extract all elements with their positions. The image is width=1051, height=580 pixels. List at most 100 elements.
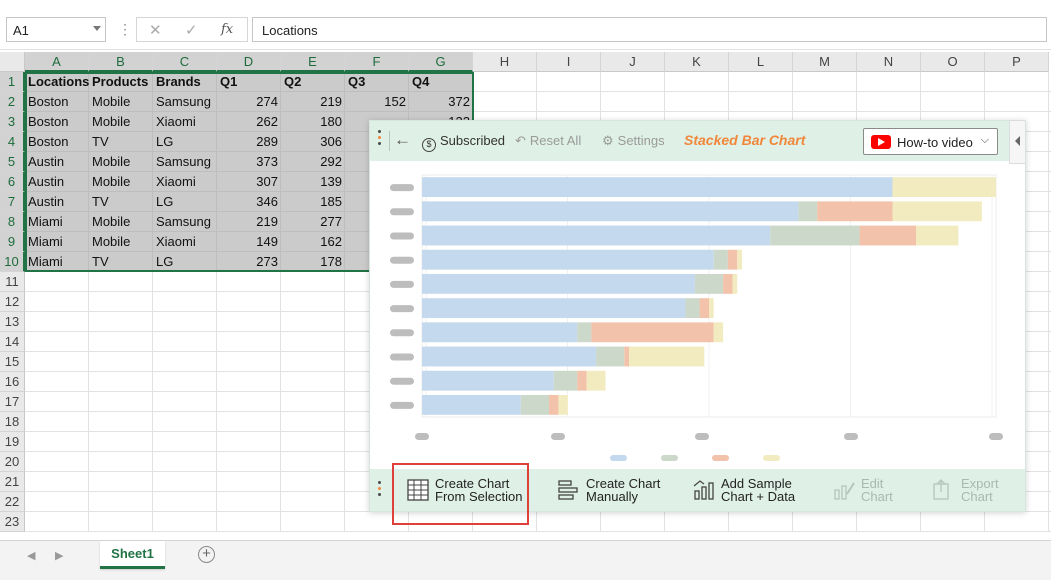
drag-handle-icon[interactable] bbox=[378, 481, 382, 499]
prev-sheet-icon[interactable]: ◀ bbox=[27, 549, 35, 562]
cell-c1[interactable]: Brands bbox=[153, 72, 217, 92]
back-arrow-icon[interactable]: ← bbox=[394, 130, 411, 150]
cell-a8[interactable]: Miami bbox=[25, 212, 89, 232]
add-sheet-icon[interactable]: + bbox=[198, 546, 215, 563]
cell-e2[interactable]: 219 bbox=[281, 92, 345, 112]
row-header-6[interactable]: 6 bbox=[0, 172, 25, 192]
cell-e7[interactable]: 185 bbox=[281, 192, 345, 212]
cell-c3[interactable]: Xiaomi bbox=[153, 112, 217, 132]
cell-e3[interactable]: 180 bbox=[281, 112, 345, 132]
cell-c8[interactable]: Samsung bbox=[153, 212, 217, 232]
row-header-9[interactable]: 9 bbox=[0, 232, 25, 252]
next-sheet-icon[interactable]: ▶ bbox=[55, 549, 63, 562]
cell-b10[interactable]: TV bbox=[89, 252, 153, 272]
column-header-g[interactable]: G bbox=[409, 52, 473, 72]
row-header-21[interactable]: 21 bbox=[0, 472, 25, 492]
row-header-2[interactable]: 2 bbox=[0, 92, 25, 112]
cell-b1[interactable]: Products bbox=[89, 72, 153, 92]
cell-d2[interactable]: 274 bbox=[217, 92, 281, 112]
reset-all-button[interactable]: ↶ Reset All bbox=[515, 133, 581, 149]
cell-b4[interactable]: TV bbox=[89, 132, 153, 152]
cell-e4[interactable]: 306 bbox=[281, 132, 345, 152]
cell-d10[interactable]: 273 bbox=[217, 252, 281, 272]
column-header-a[interactable]: A bbox=[25, 52, 89, 72]
cell-e10[interactable]: 178 bbox=[281, 252, 345, 272]
cell-g2[interactable]: 372 bbox=[409, 92, 473, 112]
cell-d9[interactable]: 149 bbox=[217, 232, 281, 252]
cell-c9[interactable]: Xiaomi bbox=[153, 232, 217, 252]
row-header-15[interactable]: 15 bbox=[0, 352, 25, 372]
column-header-d[interactable]: D bbox=[217, 52, 281, 72]
cell-b3[interactable]: Mobile bbox=[89, 112, 153, 132]
column-header-p[interactable]: P bbox=[985, 52, 1049, 72]
cell-d5[interactable]: 373 bbox=[217, 152, 281, 172]
cell-a6[interactable]: Austin bbox=[25, 172, 89, 192]
row-header-20[interactable]: 20 bbox=[0, 452, 25, 472]
cell-e8[interactable]: 277 bbox=[281, 212, 345, 232]
name-box[interactable]: A1 bbox=[6, 17, 106, 42]
cell-c6[interactable]: Xiaomi bbox=[153, 172, 217, 192]
cell-e6[interactable]: 139 bbox=[281, 172, 345, 192]
row-header-12[interactable]: 12 bbox=[0, 292, 25, 312]
cell-a4[interactable]: Boston bbox=[25, 132, 89, 152]
row-header-17[interactable]: 17 bbox=[0, 392, 25, 412]
row-header-3[interactable]: 3 bbox=[0, 112, 25, 132]
cell-a9[interactable]: Miami bbox=[25, 232, 89, 252]
cell-b8[interactable]: Mobile bbox=[89, 212, 153, 232]
cell-c10[interactable]: LG bbox=[153, 252, 217, 272]
cell-e1[interactable]: Q2 bbox=[281, 72, 345, 92]
column-header-f[interactable]: F bbox=[345, 52, 409, 72]
column-header-l[interactable]: L bbox=[729, 52, 793, 72]
row-header-5[interactable]: 5 bbox=[0, 152, 25, 172]
column-header-n[interactable]: N bbox=[857, 52, 921, 72]
cell-a7[interactable]: Austin bbox=[25, 192, 89, 212]
cell-d1[interactable]: Q1 bbox=[217, 72, 281, 92]
collapse-panel-button[interactable] bbox=[1009, 120, 1025, 164]
column-header-o[interactable]: O bbox=[921, 52, 985, 72]
row-header-10[interactable]: 10 bbox=[0, 252, 25, 272]
row-header-16[interactable]: 16 bbox=[0, 372, 25, 392]
cell-d7[interactable]: 346 bbox=[217, 192, 281, 212]
settings-button[interactable]: ⚙ Settings bbox=[602, 133, 665, 149]
cell-a10[interactable]: Miami bbox=[25, 252, 89, 272]
enter-icon[interactable]: ✓ bbox=[185, 21, 198, 39]
chevron-down-icon[interactable] bbox=[93, 26, 101, 31]
cell-f1[interactable]: Q3 bbox=[345, 72, 409, 92]
row-header-7[interactable]: 7 bbox=[0, 192, 25, 212]
column-header-c[interactable]: C bbox=[153, 52, 217, 72]
insert-function-icon[interactable]: fx bbox=[221, 22, 233, 37]
column-header-i[interactable]: I bbox=[537, 52, 601, 72]
sheet-tab-sheet1[interactable]: Sheet1 bbox=[100, 541, 165, 569]
column-header-h[interactable]: H bbox=[473, 52, 537, 72]
cell-a3[interactable]: Boston bbox=[25, 112, 89, 132]
row-header-18[interactable]: 18 bbox=[0, 412, 25, 432]
row-header-8[interactable]: 8 bbox=[0, 212, 25, 232]
cell-d3[interactable]: 262 bbox=[217, 112, 281, 132]
row-header-22[interactable]: 22 bbox=[0, 492, 25, 512]
cell-e9[interactable]: 162 bbox=[281, 232, 345, 252]
column-header-b[interactable]: B bbox=[89, 52, 153, 72]
cell-c2[interactable]: Samsung bbox=[153, 92, 217, 112]
cell-a1[interactable]: Locations bbox=[25, 72, 89, 92]
column-header-j[interactable]: J bbox=[601, 52, 665, 72]
cell-a5[interactable]: Austin bbox=[25, 152, 89, 172]
row-header-14[interactable]: 14 bbox=[0, 332, 25, 352]
cell-f2[interactable]: 152 bbox=[345, 92, 409, 112]
howto-video-dropdown[interactable]: How-to video ⌵ bbox=[863, 128, 998, 155]
cell-e5[interactable]: 292 bbox=[281, 152, 345, 172]
select-all-corner[interactable] bbox=[0, 52, 25, 72]
subscribed-button[interactable]: $ Subscribed bbox=[422, 133, 505, 152]
cell-g1[interactable]: Q4 bbox=[409, 72, 473, 92]
cell-c7[interactable]: LG bbox=[153, 192, 217, 212]
cell-b7[interactable]: TV bbox=[89, 192, 153, 212]
cell-b6[interactable]: Mobile bbox=[89, 172, 153, 192]
row-header-23[interactable]: 23 bbox=[0, 512, 25, 532]
more-vertical-icon[interactable]: ⋮ bbox=[118, 20, 132, 38]
drag-handle-icon[interactable] bbox=[378, 130, 382, 148]
cell-b5[interactable]: Mobile bbox=[89, 152, 153, 172]
cell-d8[interactable]: 219 bbox=[217, 212, 281, 232]
cancel-icon[interactable]: ✕ bbox=[149, 21, 162, 39]
cell-c5[interactable]: Samsung bbox=[153, 152, 217, 172]
column-header-e[interactable]: E bbox=[281, 52, 345, 72]
cell-b9[interactable]: Mobile bbox=[89, 232, 153, 252]
